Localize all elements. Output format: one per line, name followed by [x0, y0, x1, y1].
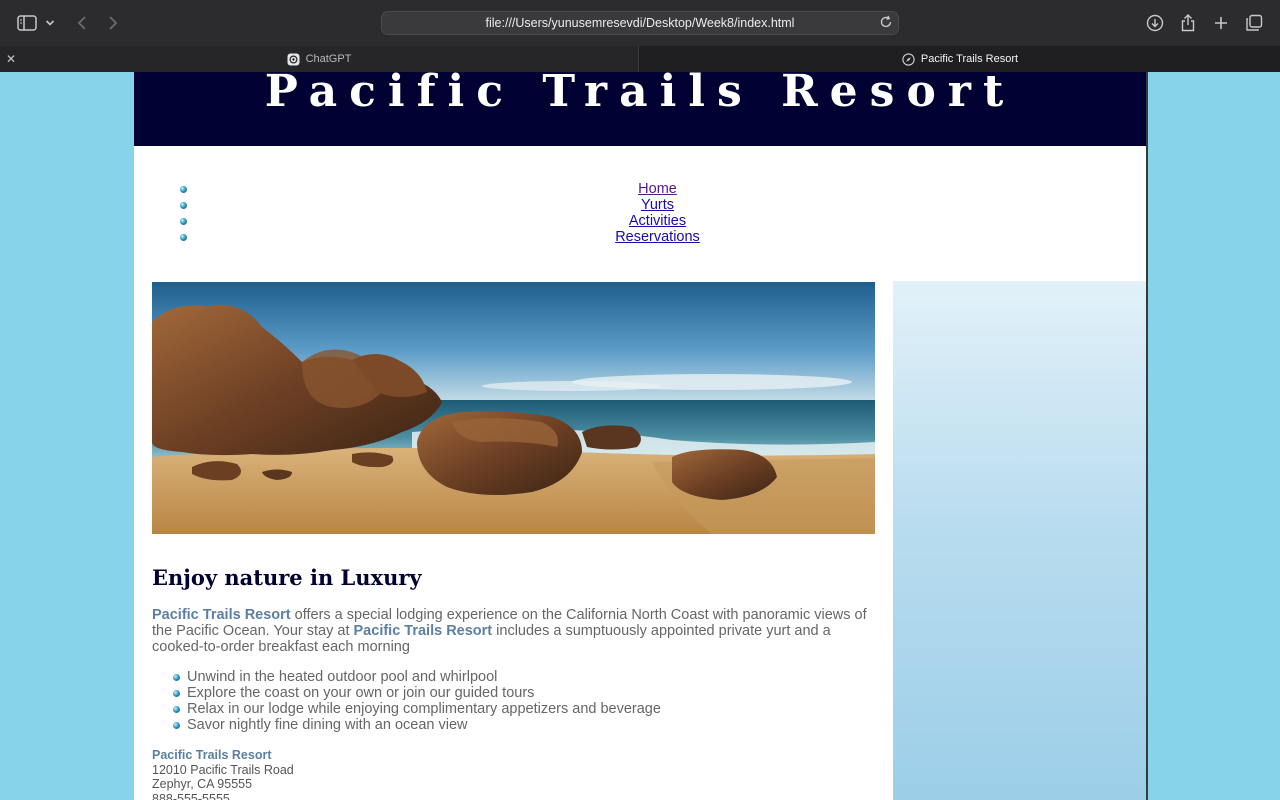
nav-link-reservations[interactable]: Reservations [615, 229, 700, 245]
tab-label: ChatGPT [305, 53, 352, 65]
feature-item: Explore the coast on your own or join ou… [152, 685, 872, 701]
site-header: Pacific Trails Resort [134, 72, 1146, 146]
main-heading: Enjoy nature in Luxury [152, 565, 422, 590]
bullet-icon [173, 690, 180, 697]
bullet-icon [180, 218, 187, 225]
browser-toolbar: file:///Users/yunusemresevdi/Desktop/Wee… [0, 0, 1280, 46]
nav-link-activities[interactable]: Activities [629, 213, 686, 229]
address-bar[interactable]: file:///Users/yunusemresevdi/Desktop/Wee… [381, 11, 899, 35]
nav-link-yurts[interactable]: Yurts [641, 197, 674, 213]
close-icon[interactable]: ✕ [4, 52, 18, 66]
feature-text: Relax in our lodge while enjoying compli… [187, 701, 661, 717]
bullet-icon [173, 674, 180, 681]
hero-image [152, 282, 875, 534]
intro-paragraph: Pacific Trails Resort offers a special l… [152, 607, 874, 655]
tab-bar: ✕ ChatGPT Pacific Trails Resort [0, 46, 1280, 72]
bullet-icon [173, 706, 180, 713]
nav-link-home[interactable]: Home [638, 181, 677, 197]
site-title: Pacific Trails Resort [264, 72, 1016, 117]
bullet-icon [180, 202, 187, 209]
back-arrow-icon[interactable] [71, 12, 93, 34]
compass-icon [902, 52, 915, 66]
address-street: 12010 Pacific Trails Road [152, 762, 294, 777]
bullet-icon [180, 186, 187, 193]
address-phone: 888-555-5555 [152, 791, 230, 800]
address-city: Zephyr, CA 95555 [152, 777, 253, 791]
tab-chatgpt[interactable]: ✕ ChatGPT [0, 46, 639, 72]
nav-item-reservations: Reservations [180, 229, 1135, 245]
feature-text: Savor nightly fine dining with an ocean … [187, 717, 468, 733]
plus-icon[interactable] [1210, 12, 1232, 34]
bullet-icon [173, 722, 180, 729]
chatgpt-logo-icon [287, 53, 300, 66]
share-icon[interactable] [1177, 12, 1199, 34]
main-nav: Home Yurts Activities Reservations [180, 181, 1135, 245]
nav-item-yurts: Yurts [180, 197, 1135, 213]
address-block: Pacific Trails Resort 12010 Pacific Trai… [152, 748, 294, 800]
chevron-down-icon[interactable] [42, 12, 58, 34]
feature-item: Savor nightly fine dining with an ocean … [152, 717, 872, 733]
sidebar-panel [893, 281, 1146, 800]
forward-arrow-icon[interactable] [102, 12, 124, 34]
bullet-icon [180, 234, 187, 241]
download-icon[interactable] [1144, 12, 1166, 34]
nav-item-home: Home [180, 181, 1135, 197]
tab-label: Pacific Trails Resort [920, 53, 1019, 65]
tab-pacific-trails[interactable]: Pacific Trails Resort [640, 46, 1280, 72]
brand-name: Pacific Trails Resort [353, 623, 493, 639]
features-list: Unwind in the heated outdoor pool and wh… [152, 669, 872, 733]
sidebar-toggle-icon[interactable] [16, 12, 38, 34]
feature-text: Explore the coast on your own or join ou… [187, 685, 535, 701]
reload-icon[interactable] [879, 15, 893, 34]
feature-item: Relax in our lodge while enjoying compli… [152, 701, 872, 717]
feature-item: Unwind in the heated outdoor pool and wh… [152, 669, 872, 685]
brand-name: Pacific Trails Resort [152, 607, 291, 623]
address-name: Pacific Trails Resort [152, 748, 272, 762]
tab-overview-icon[interactable] [1243, 12, 1265, 34]
feature-text: Unwind in the heated outdoor pool and wh… [187, 669, 498, 685]
page-container: Pacific Trails Resort Home Yurts Activit… [134, 72, 1148, 800]
url-text: file:///Users/yunusemresevdi/Desktop/Wee… [485, 16, 795, 30]
nav-item-activities: Activities [180, 213, 1135, 229]
